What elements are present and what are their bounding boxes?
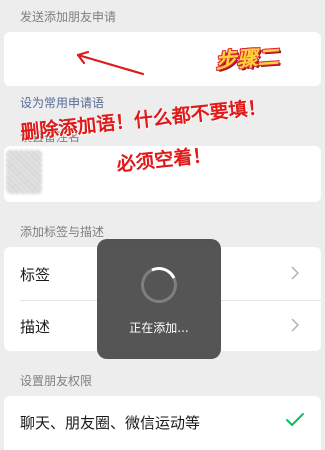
tag-row-label: 标签	[20, 265, 51, 284]
permission-option-row[interactable]: 聊天、朋友圈、微信运动等	[4, 396, 321, 450]
blurred-remark-name	[6, 150, 42, 194]
set-common-request-link[interactable]: 设为常用申请语	[20, 94, 104, 111]
chevron-right-icon	[291, 318, 299, 332]
description-row-label: 描述	[20, 317, 51, 336]
chevron-right-icon	[291, 266, 299, 280]
toast-text: 正在添加...	[129, 321, 189, 335]
spinner-icon	[135, 261, 183, 309]
step-badge: 步骤二	[214, 44, 280, 74]
request-section-label: 发送添加朋友申请	[20, 10, 117, 24]
arrow-icon	[76, 50, 145, 76]
loading-toast: 正在添加...	[97, 239, 221, 359]
check-icon	[286, 413, 304, 426]
permissions-section-label: 设置朋友权限	[20, 374, 93, 388]
permission-option-label: 聊天、朋友圈、微信运动等	[20, 414, 201, 432]
tags-section-label: 添加标签与描述	[20, 225, 105, 239]
